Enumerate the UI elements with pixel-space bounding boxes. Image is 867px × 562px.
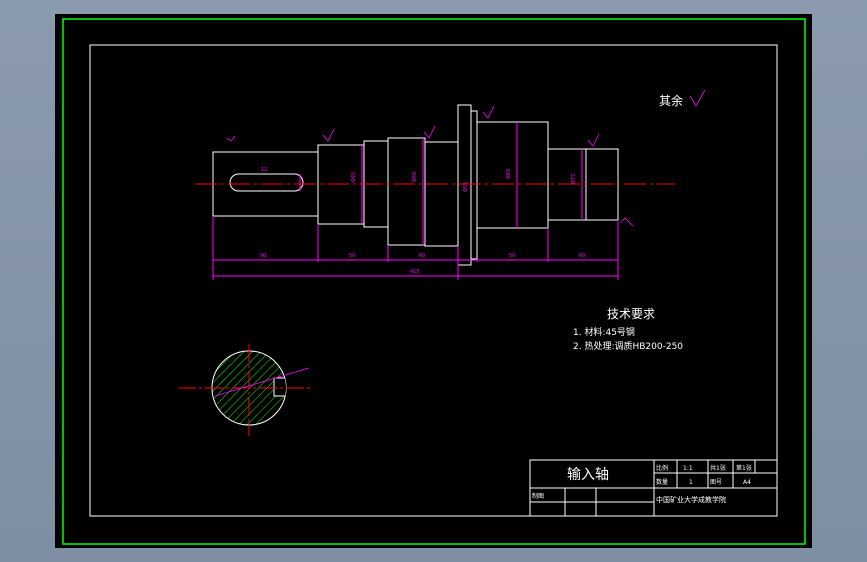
dim-dia-5: Φ55 bbox=[463, 182, 469, 192]
scale-label: 比例 bbox=[656, 464, 668, 472]
drawing-no-value: A4 bbox=[743, 479, 751, 486]
dim-dia-4: Φ75 bbox=[571, 174, 577, 184]
scale-value: 1:1 bbox=[683, 465, 693, 472]
dim-overall-length: 415 bbox=[410, 269, 420, 275]
roughness-note-icon bbox=[689, 89, 706, 107]
inner-border bbox=[89, 44, 778, 517]
tech-requirement-1: 1. 材料:45号钢 bbox=[573, 326, 635, 338]
roughness-symbols bbox=[226, 105, 634, 227]
outer-frame bbox=[62, 18, 806, 545]
dim-segment-3: 60 bbox=[419, 253, 425, 259]
dim-keyway-width: 12 bbox=[261, 167, 267, 173]
tech-requirement-2: 2. 热处理:调质HB200-250 bbox=[573, 340, 683, 352]
drawing-canvas: 90 50 60 50 60 415 12 Φ45 Φ55 Φ65 Φ75 Φ5… bbox=[55, 14, 812, 548]
dim-segment-5: 60 bbox=[579, 253, 585, 259]
sheet-number: 第1张 bbox=[736, 464, 752, 472]
roughness-note: 其余 bbox=[659, 93, 683, 108]
shaft-outline bbox=[212, 104, 619, 266]
drawing-no-label: 图号 bbox=[710, 479, 722, 486]
part-name: 输入轴 bbox=[567, 467, 609, 483]
school-name: 中国矿业大学成教学院 bbox=[656, 495, 726, 504]
dim-segment-1: 90 bbox=[260, 253, 266, 259]
drafter-label: 制图 bbox=[532, 492, 544, 500]
cad-drawing: 90 50 60 50 60 415 12 Φ45 Φ55 Φ65 Φ75 Φ5… bbox=[62, 18, 806, 545]
cross-section-view bbox=[178, 344, 311, 436]
qty-value: 1 bbox=[689, 479, 693, 486]
dim-segment-4: 50 bbox=[509, 253, 515, 259]
dim-dia-2: Φ55 bbox=[412, 172, 418, 182]
sheet-total: 共1张 bbox=[710, 464, 726, 472]
dim-segment-2: 50 bbox=[349, 253, 355, 259]
tech-requirements-heading: 技术要求 bbox=[607, 307, 655, 321]
qty-label: 数量 bbox=[656, 478, 668, 486]
dim-dia-1: Φ45 bbox=[351, 172, 357, 182]
dim-dia-3: Φ65 bbox=[506, 169, 512, 179]
